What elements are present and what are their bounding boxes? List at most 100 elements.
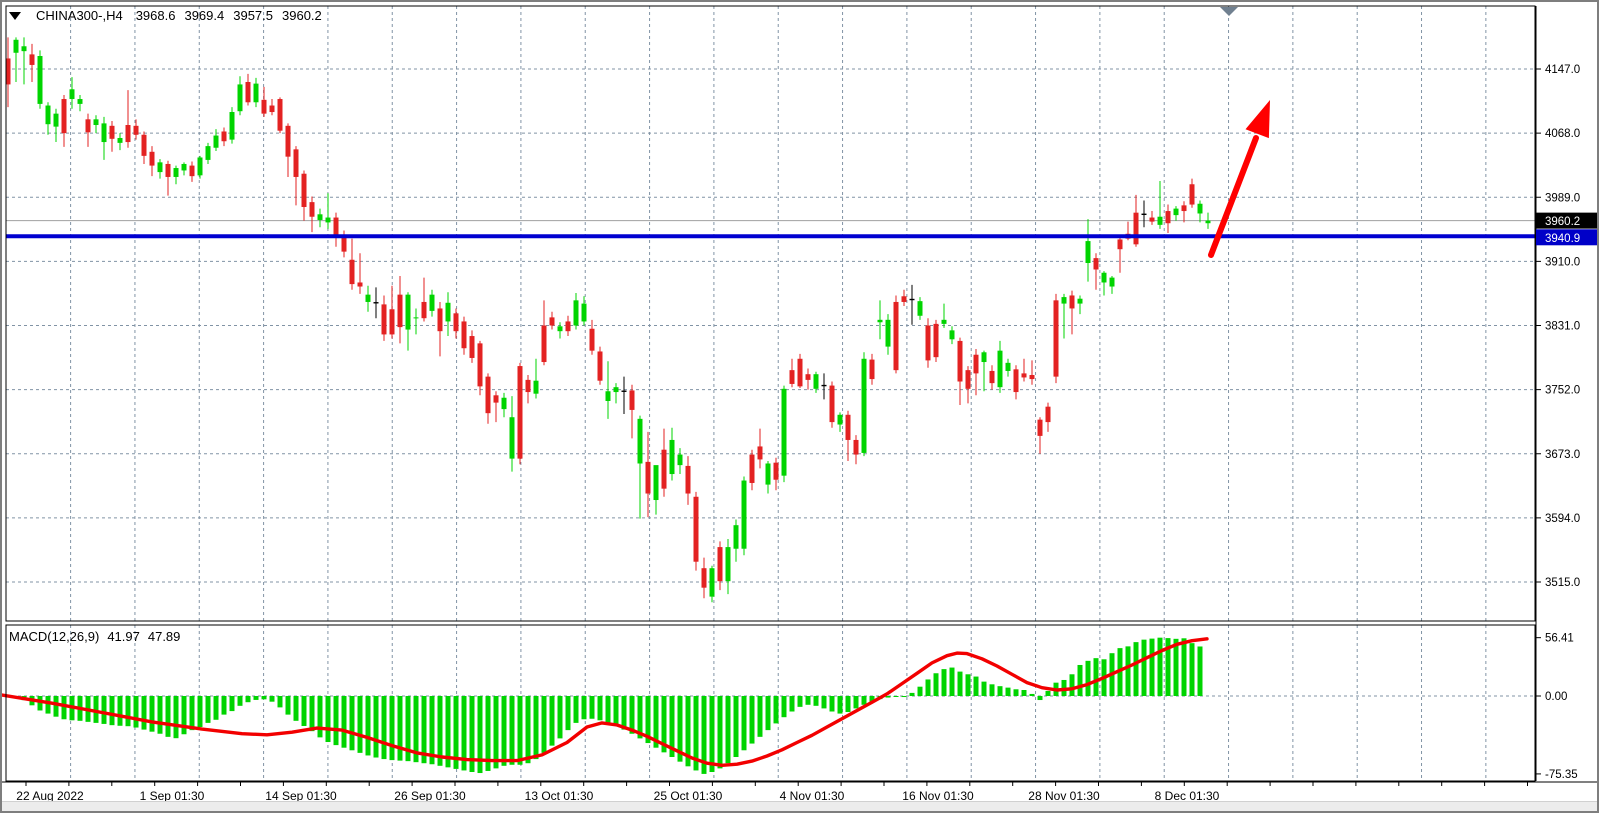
macd-bar bbox=[1086, 661, 1091, 696]
candle-bull bbox=[510, 417, 515, 458]
macd-bar bbox=[838, 696, 843, 714]
macd-bar bbox=[542, 696, 547, 753]
candle-bear bbox=[1070, 295, 1075, 308]
macd-bar bbox=[126, 696, 131, 726]
macd-bar bbox=[934, 673, 939, 696]
candle-bull bbox=[102, 123, 107, 142]
candle-bull bbox=[414, 317, 419, 318]
macd-bar bbox=[750, 696, 755, 744]
macd-bar bbox=[246, 696, 251, 702]
candle-bear bbox=[750, 455, 755, 483]
macd-bar bbox=[54, 696, 59, 717]
macd-bar bbox=[902, 696, 907, 697]
macd-bar bbox=[830, 696, 835, 712]
macd-bar bbox=[1134, 642, 1139, 696]
macd-bar bbox=[1014, 689, 1019, 696]
candle-bear bbox=[494, 395, 499, 402]
macd-bar bbox=[1094, 658, 1099, 696]
macd-bar bbox=[214, 696, 219, 720]
macd-bar bbox=[566, 696, 571, 730]
candle-bear bbox=[1022, 373, 1027, 377]
candle-bear bbox=[806, 374, 811, 380]
candle-bear bbox=[526, 380, 531, 392]
macd-bar bbox=[622, 696, 627, 730]
macd-bar bbox=[222, 696, 227, 715]
macd-bar bbox=[366, 696, 371, 755]
candle-bear bbox=[350, 260, 355, 284]
candle-bear bbox=[662, 450, 667, 489]
macd-bar bbox=[334, 696, 339, 745]
candle-bull bbox=[1086, 241, 1091, 263]
candle-bear bbox=[1150, 218, 1155, 222]
macd-bar bbox=[1070, 674, 1075, 696]
price-axis-label: 3831.0 bbox=[1545, 321, 1580, 333]
price-axis-label: 4068.0 bbox=[1545, 128, 1580, 140]
candle-bear bbox=[542, 326, 547, 363]
macd-bar bbox=[1030, 694, 1035, 696]
candle-bear bbox=[758, 446, 763, 459]
candle-bear bbox=[454, 313, 459, 331]
candle-bull bbox=[782, 389, 787, 476]
macd-axis-label: 56.41 bbox=[1545, 633, 1574, 645]
candle-bull bbox=[1174, 209, 1179, 215]
candle-bull bbox=[950, 330, 955, 339]
candle-bull bbox=[446, 303, 451, 322]
macd-bar bbox=[350, 696, 355, 750]
macd-bar bbox=[942, 669, 947, 696]
candle-bear bbox=[990, 371, 995, 383]
macd-bar bbox=[558, 696, 563, 738]
candle-bear bbox=[462, 321, 467, 348]
macd-bar bbox=[982, 682, 987, 696]
macd-bar bbox=[958, 672, 963, 696]
candle-bull bbox=[582, 304, 587, 322]
macd-bar bbox=[758, 696, 763, 737]
macd-bar bbox=[286, 696, 291, 715]
macd-bar bbox=[326, 696, 331, 742]
candle-bull bbox=[766, 463, 771, 484]
candle-bear bbox=[1046, 407, 1051, 422]
candle-bull bbox=[838, 415, 843, 425]
macd-bar bbox=[1198, 646, 1203, 696]
candle-bear bbox=[110, 126, 115, 139]
hline-price-tag: 3940.9 bbox=[1536, 229, 1599, 245]
quote-open: 3968.6 bbox=[136, 8, 176, 23]
macd-bar bbox=[310, 696, 315, 731]
candle-bull bbox=[862, 359, 867, 453]
macd-bar bbox=[806, 696, 811, 705]
macd-bar bbox=[270, 696, 275, 702]
macd-bar bbox=[734, 696, 739, 757]
macd-bar bbox=[1038, 696, 1043, 700]
candle-bull bbox=[918, 301, 923, 316]
candle-bear bbox=[598, 351, 603, 380]
candle-bear bbox=[870, 360, 875, 379]
macd-axis-label: 0.00 bbox=[1545, 691, 1567, 703]
candle-bear bbox=[846, 415, 851, 440]
svg-text:3960.2: 3960.2 bbox=[1545, 216, 1580, 228]
macd-bar bbox=[782, 696, 787, 717]
candle-bull bbox=[78, 99, 83, 104]
candle-bear bbox=[1118, 239, 1123, 249]
candle-bear bbox=[694, 497, 699, 562]
down-triangle-icon[interactable] bbox=[9, 12, 21, 20]
candle-bear bbox=[550, 317, 555, 325]
candle-bear bbox=[686, 466, 691, 494]
candle-bull bbox=[742, 481, 747, 549]
candle-bear bbox=[134, 126, 139, 135]
macd-bar bbox=[382, 696, 387, 759]
candle-bear bbox=[126, 125, 131, 142]
macd-bar bbox=[102, 696, 107, 724]
macd-bar bbox=[358, 696, 363, 753]
candle-bear bbox=[150, 152, 155, 166]
macd-bar bbox=[518, 696, 523, 765]
macd-bar bbox=[614, 696, 619, 726]
candle-bear bbox=[1182, 205, 1187, 211]
symbol-name: CHINA300-,H4 bbox=[36, 8, 123, 23]
price-axis: 4147.04068.03989.03910.03831.03752.03673… bbox=[1536, 2, 1599, 782]
chart-canvas[interactable]: 4147.04068.03989.03910.03831.03752.03673… bbox=[2, 2, 1599, 813]
candle-bear bbox=[934, 324, 939, 357]
macd-bar bbox=[606, 696, 611, 723]
candle-bull bbox=[230, 112, 235, 140]
macd-bar bbox=[926, 679, 931, 696]
candle-bear bbox=[1166, 211, 1171, 223]
macd-title: MACD(12,26,9) bbox=[9, 629, 99, 644]
